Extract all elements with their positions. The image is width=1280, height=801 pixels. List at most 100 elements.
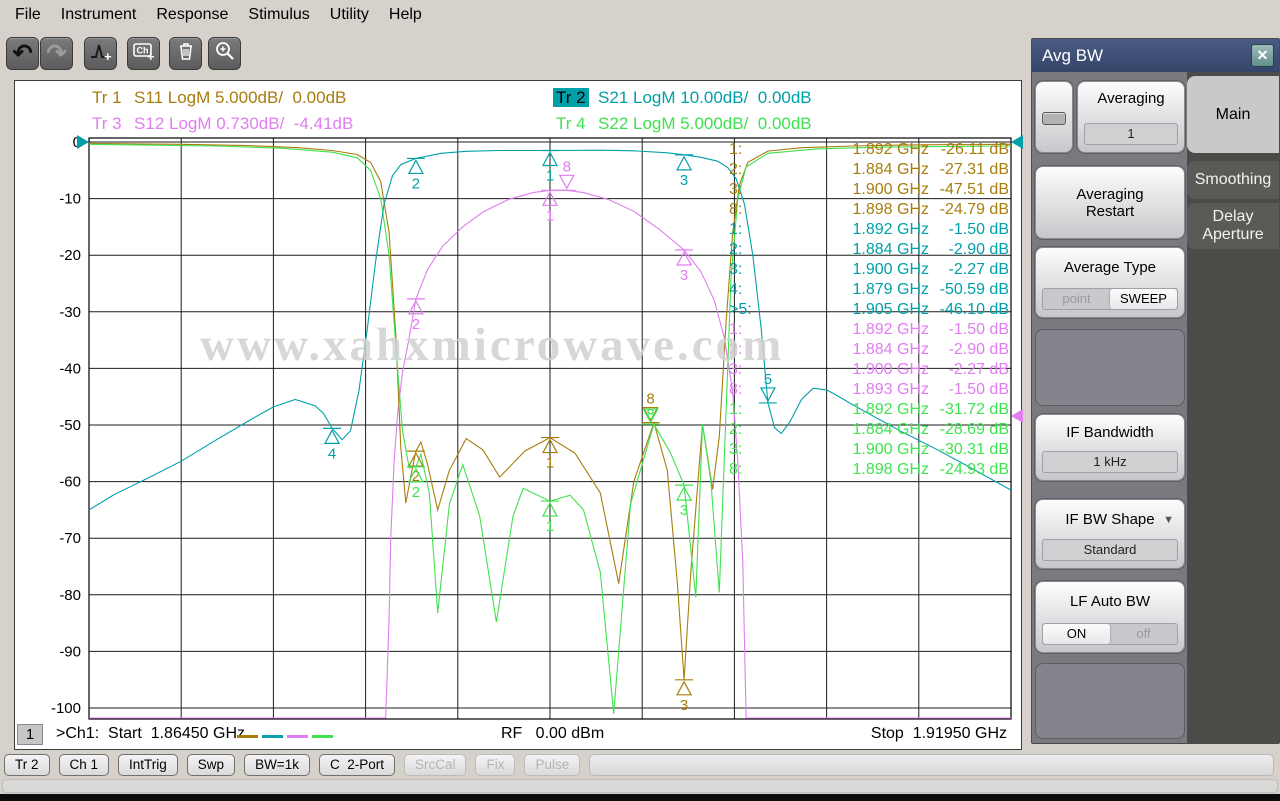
marker-number: 2:: [729, 241, 742, 259]
svg-text:3: 3: [680, 267, 688, 284]
lf-auto-bw-button[interactable]: LF Auto BW ON off: [1035, 581, 1185, 653]
add-trace-button[interactable]: +: [84, 37, 117, 70]
marker-frequency: 1.900 GHz: [853, 361, 929, 379]
marker-value: -31.72 dB: [940, 401, 1009, 419]
svg-text:1: 1: [546, 455, 554, 472]
y-axis-tick: -90: [59, 643, 81, 660]
if-bandwidth-value[interactable]: 1 kHz: [1042, 451, 1178, 473]
tab-delay-aperture[interactable]: Delay Aperture: [1187, 203, 1279, 249]
channel-number-badge[interactable]: 1: [17, 724, 43, 745]
average-type-button[interactable]: Average Type point SWEEP: [1035, 247, 1185, 318]
close-icon[interactable]: ✕: [1251, 44, 1274, 67]
stop-frequency-label: Stop 1.91950 GHz: [871, 725, 1007, 743]
add-trace-icon: +: [89, 40, 113, 67]
menubar: FileInstrumentResponseStimulusUtilityHel…: [0, 0, 1280, 30]
menu-stimulus[interactable]: Stimulus: [238, 3, 319, 27]
svg-text:8: 8: [646, 391, 654, 408]
average-type-label: Average Type: [1036, 259, 1184, 276]
averaging-button[interactable]: Averaging 1: [1077, 81, 1185, 153]
status-srccal-button: SrcCal: [404, 754, 467, 776]
marker-row: 3:1.900 GHz-2.27 dB: [715, 261, 1009, 281]
trace-color-dash: [287, 735, 308, 738]
average-type-option-sweep[interactable]: SWEEP: [1110, 289, 1177, 309]
svg-text:1: 1: [546, 518, 554, 535]
menu-utility[interactable]: Utility: [320, 3, 379, 27]
marker-number: 1:: [729, 401, 742, 419]
marker-row: 1:1.892 GHz-1.50 dB: [715, 321, 1009, 341]
menu-response[interactable]: Response: [146, 3, 238, 27]
status-swp-button[interactable]: Swp: [187, 754, 235, 776]
status-c-2-port-button[interactable]: C 2-Port: [319, 754, 395, 776]
marker-frequency: 1.884 GHz: [853, 421, 929, 439]
averaging-value[interactable]: 1: [1084, 123, 1178, 145]
undo-button[interactable]: ↶: [6, 37, 39, 70]
status-fix-button: Fix: [475, 754, 515, 776]
zoom-button[interactable]: [208, 37, 241, 70]
marker-value: -2.90 dB: [949, 241, 1009, 259]
svg-text:1: 1: [546, 167, 554, 184]
redo-button: ↷: [40, 37, 73, 70]
panel-body: Main Smoothing Delay Aperture Averaging …: [1032, 72, 1279, 743]
marker-number: 2:: [729, 161, 742, 179]
marker-value: -28.69 dB: [940, 421, 1009, 439]
tab-smoothing[interactable]: Smoothing: [1187, 161, 1279, 199]
averaging-restart-button[interactable]: Averaging Restart: [1035, 166, 1185, 239]
marker-frequency: 1.898 GHz: [853, 201, 929, 219]
svg-text:2: 2: [412, 468, 420, 485]
y-axis-tick: -20: [59, 247, 81, 264]
marker-number: 1:: [729, 141, 742, 159]
marker-row: >5:1.905 GHz-46.10 dB: [715, 301, 1009, 321]
menu-instrument[interactable]: Instrument: [51, 3, 147, 27]
status-inttrig-button[interactable]: IntTrig: [118, 754, 178, 776]
avg-bw-panel: Avg BW ✕ Main Smoothing Delay Aperture A…: [1031, 38, 1280, 744]
lf-auto-bw-label: LF Auto BW: [1036, 593, 1184, 610]
if-bandwidth-button[interactable]: IF Bandwidth 1 kHz: [1035, 414, 1185, 481]
lf-auto-bw-option-on[interactable]: ON: [1043, 624, 1110, 644]
trace-color-dash: [262, 735, 283, 738]
marker-row: 8:1.898 GHz-24.93 dB: [715, 461, 1009, 481]
marker-value: -24.93 dB: [940, 461, 1009, 479]
status-bw-1k-button[interactable]: BW=1k: [244, 754, 310, 776]
if-bw-shape-button[interactable]: IF BW Shape ▼ Standard: [1035, 499, 1185, 569]
menu-help[interactable]: Help: [379, 3, 432, 27]
add-channel-icon: Ch+: [132, 40, 156, 67]
average-type-option-point[interactable]: point: [1043, 289, 1110, 309]
svg-text:+: +: [147, 49, 155, 62]
marker-row: 2:1.884 GHz-28.69 dB: [715, 421, 1009, 441]
marker-frequency: 1.892 GHz: [853, 221, 929, 239]
chart-footer: 1 >Ch1: Start 1.86450 GHz RF 0.00 dBm St…: [15, 722, 1021, 749]
ref-level-arrow: [77, 135, 89, 149]
delete-button[interactable]: [169, 37, 202, 70]
window-bottom-edge: [0, 794, 1280, 801]
averaging-restart-label: Averaging Restart: [1064, 186, 1156, 220]
marker-value: -2.27 dB: [949, 261, 1009, 279]
y-axis-tick: -30: [59, 304, 81, 321]
status-ch-1-button[interactable]: Ch 1: [59, 754, 110, 776]
message-strip: [2, 779, 1278, 793]
lf-auto-bw-segmented[interactable]: ON off: [1042, 623, 1178, 645]
if-bw-shape-value[interactable]: Standard: [1042, 539, 1178, 561]
svg-text:2: 2: [412, 484, 420, 501]
y-axis-tick: -50: [59, 417, 81, 434]
average-type-segmented[interactable]: point SWEEP: [1042, 288, 1178, 310]
add-channel-button[interactable]: Ch+: [127, 37, 160, 70]
y-axis-tick: -40: [59, 360, 81, 377]
svg-text:+: +: [104, 49, 112, 62]
chart-window: Tr 1 S11 LogM 5.000dB/ 0.00dBTr 2 S21 Lo…: [14, 80, 1022, 750]
lf-auto-bw-option-off[interactable]: off: [1110, 624, 1177, 644]
chevron-down-icon: ▼: [1163, 514, 1174, 526]
marker-row: 8:1.898 GHz-24.79 dB: [715, 201, 1009, 221]
tab-main[interactable]: Main: [1187, 76, 1279, 153]
marker-frequency: 1.905 GHz: [853, 301, 929, 319]
menu-file[interactable]: File: [5, 3, 51, 27]
averaging-toggle-button[interactable]: [1035, 81, 1073, 153]
marker-number: 3:: [729, 261, 742, 279]
marker-number: 4:: [729, 281, 742, 299]
status-tr-2-button[interactable]: Tr 2: [4, 754, 50, 776]
marker-row: 4:1.879 GHz-50.59 dB: [715, 281, 1009, 301]
marker-number: 8:: [729, 381, 742, 399]
marker-number: 3:: [729, 181, 742, 199]
marker-row: 3:1.900 GHz-47.51 dB: [715, 181, 1009, 201]
marker-row: 3:1.900 GHz-30.31 dB: [715, 441, 1009, 461]
marker-frequency: 1.900 GHz: [853, 441, 929, 459]
